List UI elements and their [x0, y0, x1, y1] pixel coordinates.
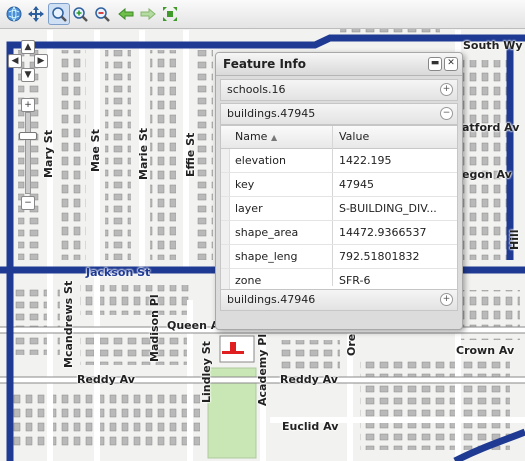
zoom-in-button[interactable]: +: [21, 98, 35, 112]
label-lindley-st: Lindley St: [200, 341, 213, 403]
label-mae-st: Mae St: [89, 129, 102, 172]
map-toolbar: [0, 0, 525, 29]
attribute-value: S-BUILDING_DIV...: [339, 202, 437, 215]
table-row[interactable]: shape_area 14472.9366537: [221, 221, 457, 245]
column-header-name[interactable]: Name ▲: [235, 130, 277, 143]
group-label: schools.16: [227, 83, 286, 96]
attribute-value: 792.51801832: [339, 250, 420, 263]
group-header-buildings-next[interactable]: buildings.47946 +: [220, 289, 458, 311]
row-handle: [221, 173, 230, 196]
zoom-out-button[interactable]: −: [21, 196, 35, 210]
globe-icon[interactable]: [4, 4, 24, 24]
collapse-icon[interactable]: −: [440, 107, 453, 120]
back-arrow-icon[interactable]: [116, 4, 136, 24]
label-south-wy: South Wy: [463, 39, 523, 52]
label-madison-pl: Madison Pl: [148, 294, 161, 362]
zoom-out-icon[interactable]: [92, 4, 112, 24]
label-reddy-av: Reddy Av: [77, 373, 135, 386]
label-marie-st: Marie St: [137, 127, 150, 180]
group-label: buildings.47945: [227, 107, 316, 120]
label-academy-pl: Academy Pl: [256, 333, 269, 406]
label-mcandrews-st: Mcandrews St: [62, 280, 75, 368]
label-mary-st: Mary St: [42, 130, 55, 178]
pan-icon[interactable]: [26, 4, 46, 24]
zoom-slider-handle[interactable]: [19, 132, 37, 140]
table-row[interactable]: key 47945: [221, 173, 457, 197]
attribute-name: elevation: [235, 154, 286, 167]
attribute-table: Name ▲ Value elevation 1422.195 key 47945 la…: [220, 125, 458, 294]
attribute-name: zone: [235, 274, 262, 287]
attribute-value: 14472.9366537: [339, 226, 427, 239]
group-header-buildings-open[interactable]: buildings.47945 −: [220, 103, 458, 125]
zoom-slider-track[interactable]: [25, 112, 31, 194]
zoom-box-icon[interactable]: [48, 3, 70, 25]
table-row[interactable]: shape_leng 792.51801832: [221, 245, 457, 269]
forward-arrow-icon[interactable]: [138, 4, 158, 24]
label-hillside: Hill: [508, 229, 521, 250]
label-reddy-av: Reddy Av: [280, 373, 338, 386]
minimize-button[interactable]: ▬: [428, 57, 442, 71]
label-crown-av: Crown Av: [456, 344, 515, 357]
table-header: Name ▲ Value: [221, 126, 457, 149]
attribute-name: shape_area: [235, 226, 299, 239]
row-handle: [221, 221, 230, 244]
attribute-name: layer: [235, 202, 263, 215]
attribute-name: key: [235, 178, 255, 191]
feature-info-window[interactable]: Feature Info ▬ ✕ schools.16 + buildings.…: [215, 52, 463, 330]
sort-ascending-icon: ▲: [270, 133, 278, 142]
attribute-value: 47945: [339, 178, 374, 191]
close-button[interactable]: ✕: [444, 57, 458, 71]
zoom-in-icon[interactable]: [70, 4, 90, 24]
column-header-value[interactable]: Value: [339, 130, 369, 143]
expand-icon[interactable]: +: [440, 293, 453, 306]
label-oregon-av: egon Av: [462, 168, 512, 181]
attribute-value: SFR-6: [339, 274, 371, 287]
label-effie-st: Effie St: [184, 132, 197, 177]
label-stratford-av: atford Av: [462, 121, 520, 134]
label-euclid-av: Euclid Av: [282, 420, 339, 433]
pan-up-button[interactable]: ▲: [21, 40, 35, 54]
group-label: buildings.47946: [227, 293, 316, 306]
table-row[interactable]: elevation 1422.195: [221, 149, 457, 173]
label-ore: Ore: [345, 333, 358, 356]
expand-icon[interactable]: +: [440, 83, 453, 96]
pan-right-button[interactable]: ▶: [34, 54, 48, 68]
attribute-value: 1422.195: [339, 154, 392, 167]
pan-down-button[interactable]: ▼: [21, 68, 35, 82]
attribute-name: shape_leng: [235, 250, 298, 263]
row-handle: [221, 245, 230, 268]
row-handle: [221, 197, 230, 220]
zoom-extent-icon[interactable]: [160, 4, 180, 24]
selected-feature-marker[interactable]: [219, 335, 255, 363]
row-handle: [221, 149, 230, 172]
table-row[interactable]: layer S-BUILDING_DIV...: [221, 197, 457, 221]
group-header-schools[interactable]: schools.16 +: [220, 79, 458, 101]
feature-info-header[interactable]: Feature Info ▬ ✕: [216, 53, 462, 76]
label-jackson-st: Jackson St: [86, 266, 151, 279]
feature-info-title: Feature Info: [223, 57, 306, 71]
pan-left-button[interactable]: ◀: [8, 54, 22, 68]
